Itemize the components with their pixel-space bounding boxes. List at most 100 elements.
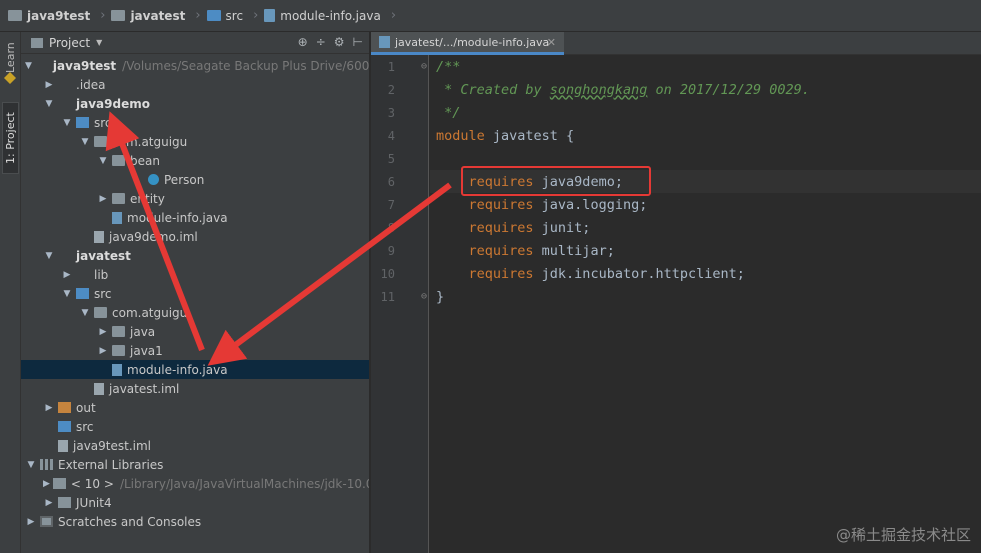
collapse-all-icon[interactable]: ÷ (316, 35, 326, 49)
tree-item-path: /Library/Java/JavaVirtualMachines/jdk-10… (119, 476, 370, 491)
breadcrumb-item-javatest[interactable]: javatest (111, 9, 185, 23)
chevron-down-icon[interactable]: ▼ (79, 137, 91, 147)
tree-row[interactable]: ▼ External Libraries (21, 455, 369, 474)
tree-row[interactable]: ▼ java9test/Volumes/Seagate Backup Plus D… (21, 56, 369, 75)
code-line[interactable]: 7 requires java.logging; (388, 193, 981, 216)
tree-row[interactable]: ▼ src (21, 113, 369, 132)
code-line[interactable]: 10 requires jdk.incubator.httpclient; (381, 262, 981, 285)
tree-item-label: java9demo.iml (109, 229, 198, 244)
chevron-down-icon[interactable]: ▼ (79, 308, 91, 318)
java-file-icon (112, 363, 122, 376)
hide-panel-icon[interactable]: ⊢ (353, 35, 363, 49)
code-line[interactable]: 4 module javatest { (388, 124, 981, 147)
tree-row[interactable]: module-info.java (21, 208, 369, 227)
tree-row[interactable]: ▶ out (21, 398, 369, 417)
code-text: requires junit; (436, 220, 591, 236)
chevron-right-icon[interactable]: ▶ (97, 327, 109, 337)
tree-row[interactable]: javatest.iml (21, 379, 369, 398)
source-folder-icon (76, 117, 89, 128)
libraries-icon (40, 459, 53, 470)
keyword-token: module (436, 127, 493, 144)
breadcrumb-item-java9test[interactable]: java9test (8, 9, 90, 23)
code-editor: javatest/.../module-info.java ✕ 1 ⊖ /** 2 *… (371, 32, 981, 553)
folder-icon (76, 269, 89, 280)
chevron-down-icon[interactable]: ▼ (43, 251, 55, 261)
class-icon (148, 174, 159, 185)
tree-row[interactable]: ▶ entity (21, 189, 369, 208)
chevron-right-icon[interactable]: ▶ (25, 517, 37, 527)
tree-row[interactable]: java9demo.iml (21, 227, 369, 246)
java-file-icon (112, 211, 122, 224)
chevron-right-icon[interactable]: ▶ (97, 346, 109, 356)
code-line[interactable]: 2 * Created by songhongkang on 2017/12/2… (388, 78, 981, 101)
tree-row[interactable]: ▼ javatest (21, 246, 369, 265)
identifier-token: } (436, 288, 445, 305)
breadcrumb-item-module-info[interactable]: module-info.java (264, 9, 381, 23)
comment-token: on 2017/12/29 0029. (647, 81, 810, 98)
tree-row[interactable]: ▼ java9demo (21, 94, 369, 113)
tree-row[interactable]: ▶ < 10 > /Library/Java/JavaVirtualMachines… (21, 474, 370, 493)
tree-row[interactable]: java9test.iml (21, 436, 369, 455)
chevron-right-icon[interactable]: ▶ (43, 498, 55, 508)
tree-row[interactable]: ▼ com.atguigu (21, 132, 369, 151)
chevron-right-icon[interactable]: ▶ (43, 479, 50, 489)
learn-tool-tab[interactable]: Learn (2, 38, 19, 78)
tree-row[interactable]: ▶ lib (21, 265, 369, 284)
chevron-right-icon[interactable]: ▶ (43, 80, 55, 90)
breadcrumb-separator: › (253, 8, 259, 23)
keyword-token: requires (436, 265, 542, 282)
identifier-token: java.logging; (541, 196, 648, 213)
code-line[interactable]: 1 ⊖ /** (388, 55, 981, 78)
fold-icon[interactable]: ⊖ (421, 61, 427, 72)
code-text: requires jdk.incubator.httpclient; (436, 266, 745, 282)
tree-row[interactable]: ▼ src (21, 284, 369, 303)
chevron-down-icon[interactable]: ▼ (61, 118, 73, 128)
code-line[interactable]: 9 requires multijar; (388, 239, 981, 262)
tree-row[interactable]: ▼ com.atguigu (21, 303, 369, 322)
code-area[interactable]: 1 ⊖ /** 2 * Created by songhongkang on 2017… (381, 55, 981, 553)
tree-row[interactable]: module-info.java (21, 360, 369, 379)
gear-icon[interactable]: ⚙ (334, 35, 345, 49)
project-view-selector[interactable]: Project (49, 36, 90, 50)
tree-row[interactable]: ▶ Scratches and Consoles (21, 512, 369, 531)
tree-row[interactable]: Person (21, 170, 369, 189)
line-number: 1 (387, 59, 395, 74)
identifier-token: javatest { (492, 127, 575, 144)
iml-file-icon (58, 439, 68, 452)
project-panel-header: Project ▼ ⊕ ÷ ⚙ ⊢ (21, 32, 369, 54)
breadcrumb-separator: › (195, 8, 201, 23)
tree-item-label: com.atguigu (112, 134, 188, 149)
breadcrumb-item-src[interactable]: src (206, 9, 243, 23)
chevron-right-icon[interactable]: ▶ (43, 403, 55, 413)
close-icon[interactable]: ✕ (547, 36, 556, 49)
chevron-down-icon[interactable]: ▼ (25, 61, 32, 71)
chevron-down-icon[interactable]: ▼ (97, 156, 109, 166)
package-icon (94, 136, 107, 147)
code-line[interactable]: 8 requires junit; (388, 216, 981, 239)
tree-row[interactable]: ▶ java1 (21, 341, 369, 360)
chevron-down-icon[interactable]: ▼ (43, 99, 55, 109)
chevron-right-icon[interactable]: ▶ (61, 270, 73, 280)
editor-tab-module-info[interactable]: javatest/.../module-info.java ✕ (371, 32, 564, 55)
code-text: /** (436, 59, 460, 75)
code-line[interactable]: 3 */ (388, 101, 981, 124)
chevron-down-icon[interactable]: ▼ (61, 289, 73, 299)
code-line[interactable]: 11 ⊖} (381, 285, 981, 308)
chevron-down-icon[interactable]: ▼ (96, 38, 102, 47)
tree-item-label: Scratches and Consoles (58, 514, 202, 529)
chevron-down-icon[interactable]: ▼ (25, 460, 37, 470)
tree-row[interactable]: src (21, 417, 369, 436)
tree-row[interactable]: ▶ JUnit4 (21, 493, 369, 512)
line-number: 4 (387, 128, 395, 143)
code-text: } (436, 289, 444, 305)
keyword-token: requires (436, 196, 542, 213)
project-tool-tab[interactable]: 1: Project (2, 102, 19, 174)
chevron-right-icon[interactable]: ▶ (97, 194, 109, 204)
line-number: 3 (387, 105, 395, 120)
tree-row[interactable]: ▶ .idea (21, 75, 369, 94)
tree-row[interactable]: ▶ java (21, 322, 369, 341)
locate-icon[interactable]: ⊕ (298, 35, 308, 49)
code-text: requires multijar; (436, 243, 615, 259)
fold-icon[interactable]: ⊖ (421, 291, 427, 302)
tree-row[interactable]: ▼ bean (21, 151, 369, 170)
